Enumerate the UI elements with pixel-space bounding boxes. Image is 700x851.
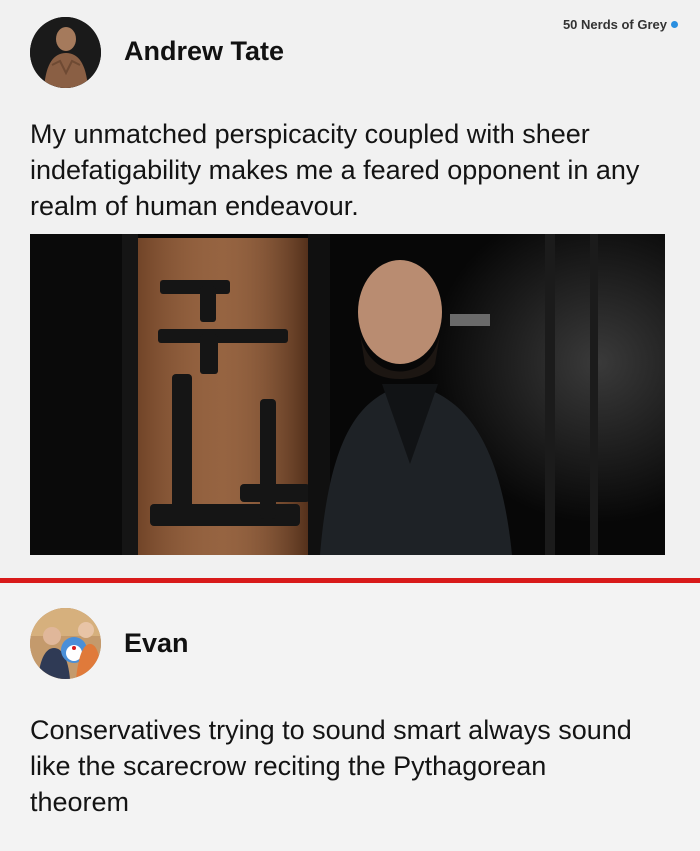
top-post: 50 Nerds of Grey Andrew Tate My unmatche… [0,0,700,580]
watermark: 50 Nerds of Grey [563,17,678,32]
reply-post: Evan Conservatives trying to sound smart… [0,584,700,851]
profile-photo-icon [30,17,101,88]
author-avatar[interactable] [30,17,101,88]
photo-icon [30,234,665,555]
post-image[interactable] [30,234,665,555]
divider [0,578,700,583]
author-name[interactable]: Andrew Tate [124,36,284,67]
post-text: My unmatched perspicacity coupled with s… [30,119,640,221]
post-text: Conservatives trying to sound smart alwa… [30,715,632,817]
verified-dot-icon [671,21,678,28]
watermark-label: 50 Nerds of Grey [562,17,667,32]
author-name[interactable]: Evan [124,628,189,659]
profile-photo-icon [30,608,101,679]
author-avatar[interactable] [30,608,101,679]
